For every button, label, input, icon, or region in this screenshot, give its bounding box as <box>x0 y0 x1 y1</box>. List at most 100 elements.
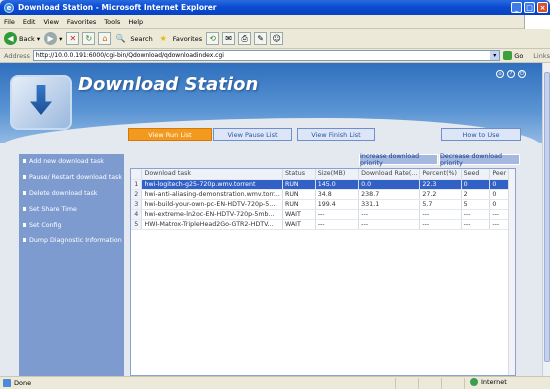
task-size: 199.4 <box>315 199 360 210</box>
table-row[interactable]: 3 hwi-build-your-own-pc-EN-HDTV-720p-5..… <box>131 199 515 210</box>
download-arrow-icon <box>30 85 52 115</box>
table-row[interactable]: 4 hwi-extreme-ln2oc-EN-HDTV-720p-5mb... … <box>131 209 515 220</box>
task-seed: 0 <box>461 179 491 190</box>
column-header-seed[interactable]: Seed <box>461 169 491 180</box>
decrease-priority-button[interactable]: Decrease download priority <box>439 153 520 167</box>
task-percent: 27.2 <box>419 189 462 200</box>
task-name: hwi-extreme-ln2oc-EN-HDTV-720p-5mb... <box>141 209 283 220</box>
table-row[interactable]: 1 hwi-logitech-g25-720p.wmv.torrent RUN … <box>131 179 515 190</box>
row-index: 4 <box>131 209 143 220</box>
tab-how-to-use[interactable]: How to Use <box>441 128 521 141</box>
mail-icon[interactable]: ✉ <box>222 32 236 45</box>
go-arrow-icon <box>503 51 513 60</box>
logout-circle-icon[interactable]: ⏻ <box>518 70 526 78</box>
title-bar: e Download Station - Microsoft Internet … <box>0 0 550 15</box>
table-row[interactable]: 5 HWI-Matrox-TripleHead2Go-GTR2-HDTV... … <box>131 219 515 230</box>
page-scrollbar[interactable] <box>542 63 550 376</box>
column-header-size[interactable]: Size(MB) <box>315 169 360 180</box>
address-label: Address <box>4 51 30 60</box>
tab-view-run-list[interactable]: View Run List <box>128 128 212 141</box>
ie-toolbar: ◀ Back ▾ ▶ ▾ ✕ ↻ ⌂ 🔍 Search ★ Favorites ⟲ ✉ … <box>0 29 550 49</box>
menu-file[interactable]: File <box>4 18 15 26</box>
menu-favorites[interactable]: Favorites <box>67 18 96 26</box>
table-row[interactable]: 2 hwi-anti-aliasing-demonstration.wmv.to… <box>131 189 515 200</box>
chevron-down-icon[interactable]: ▾ <box>490 51 500 60</box>
forward-button[interactable]: ▶ ▾ <box>44 32 62 45</box>
forward-arrow-icon: ▶ <box>44 32 58 45</box>
close-button[interactable]: × <box>537 2 548 13</box>
task-rate: 0.0 <box>358 179 421 190</box>
column-header-status[interactable]: Status <box>282 169 316 180</box>
go-button[interactable]: Go <box>503 51 523 60</box>
row-index: 5 <box>131 219 143 230</box>
row-index: 3 <box>131 199 143 210</box>
stop-icon[interactable]: ✕ <box>66 32 80 45</box>
back-arrow-icon: ◀ <box>4 32 17 45</box>
history-icon[interactable]: ⟲ <box>206 32 220 45</box>
print-icon[interactable]: ⎙ <box>238 32 252 45</box>
back-button[interactable]: ◀ Back ▾ <box>4 32 40 45</box>
sidebar-item-share-time[interactable]: Set Share Time <box>19 201 124 217</box>
address-input[interactable]: http://10.0.0.191:6000/cgi-bin/Qdownload… <box>32 50 501 61</box>
download-task-table: Download task Status Size(MB) Download R… <box>130 168 516 376</box>
minimize-button[interactable]: _ <box>511 2 522 13</box>
scrollbar-thumb[interactable] <box>544 72 550 362</box>
search-button[interactable]: 🔍 Search <box>114 32 153 45</box>
favorites-button[interactable]: ★ Favorites <box>157 32 202 45</box>
task-seed: --- <box>461 209 491 220</box>
address-bar: Address http://10.0.0.191:6000/cgi-bin/Q… <box>0 49 550 63</box>
task-size: --- <box>315 209 360 220</box>
task-status: WAIT <box>282 219 316 230</box>
sidebar-item-dump-diagnostic[interactable]: Dump Diagnostic Information <box>19 233 124 249</box>
messenger-icon[interactable]: ☺ <box>270 32 284 45</box>
tab-view-pause-list[interactable]: View Pause List <box>213 128 292 141</box>
sidebar-item-pause-restart[interactable]: Pause/ Restart download task <box>19 170 124 186</box>
menu-edit[interactable]: Edit <box>23 18 36 26</box>
task-percent: 5.7 <box>419 199 462 210</box>
home-circle-icon[interactable]: ⌂ <box>496 70 504 78</box>
column-header-rate[interactable]: Download Rate(... <box>358 169 421 180</box>
home-icon[interactable]: ⌂ <box>98 32 112 45</box>
task-status: RUN <box>282 199 316 210</box>
sidebar-item-delete-task[interactable]: Delete download task <box>19 186 124 202</box>
menu-tools[interactable]: Tools <box>104 18 120 26</box>
column-header-percent[interactable]: Percent(%) <box>419 169 462 180</box>
task-rate: 331.1 <box>358 199 421 210</box>
column-header-task[interactable]: Download task <box>141 169 283 180</box>
task-size: 34.8 <box>315 189 360 200</box>
task-rate: 238.7 <box>358 189 421 200</box>
maximize-button[interactable]: □ <box>524 2 535 13</box>
increase-priority-button[interactable]: Increase download priority <box>359 153 438 167</box>
task-size: 145.0 <box>315 179 360 190</box>
star-icon: ★ <box>159 34 167 43</box>
links-button[interactable]: Links <box>533 52 550 60</box>
status-text: Done <box>14 379 32 387</box>
windows-logo <box>524 15 550 29</box>
sidebar-item-set-config[interactable]: Set Config <box>19 217 124 233</box>
task-rate: --- <box>358 209 421 220</box>
help-circle-icon[interactable]: ? <box>507 70 515 78</box>
bullet-icon <box>23 160 26 164</box>
task-status: RUN <box>282 189 316 200</box>
table-scrollbar[interactable] <box>508 169 515 375</box>
task-name: hwi-build-your-own-pc-EN-HDTV-720p-5... <box>141 199 283 210</box>
edit-icon[interactable]: ✎ <box>254 32 268 45</box>
bullet-icon <box>23 223 26 227</box>
task-rate: --- <box>358 219 421 230</box>
bullet-icon <box>23 176 26 180</box>
page-icon <box>3 379 11 387</box>
table-header-row: Download task Status Size(MB) Download R… <box>131 169 515 180</box>
task-percent: --- <box>419 209 462 220</box>
menu-view[interactable]: View <box>43 18 58 26</box>
row-index: 2 <box>131 189 143 200</box>
bullet-icon <box>23 191 26 195</box>
security-zone: Internet <box>470 378 507 386</box>
tab-view-finish-list[interactable]: View Finish List <box>297 128 375 141</box>
sidebar-item-add-task[interactable]: Add new download task <box>19 154 124 170</box>
task-status: WAIT <box>282 209 316 220</box>
menu-help[interactable]: Help <box>128 18 143 26</box>
menu-bar: File Edit View Favorites Tools Help <box>0 15 550 29</box>
page-content: Download Station ⌂ ? ⏻ View Run List Vie… <box>0 63 542 376</box>
refresh-icon[interactable]: ↻ <box>82 32 96 45</box>
search-icon: 🔍 <box>115 34 126 43</box>
